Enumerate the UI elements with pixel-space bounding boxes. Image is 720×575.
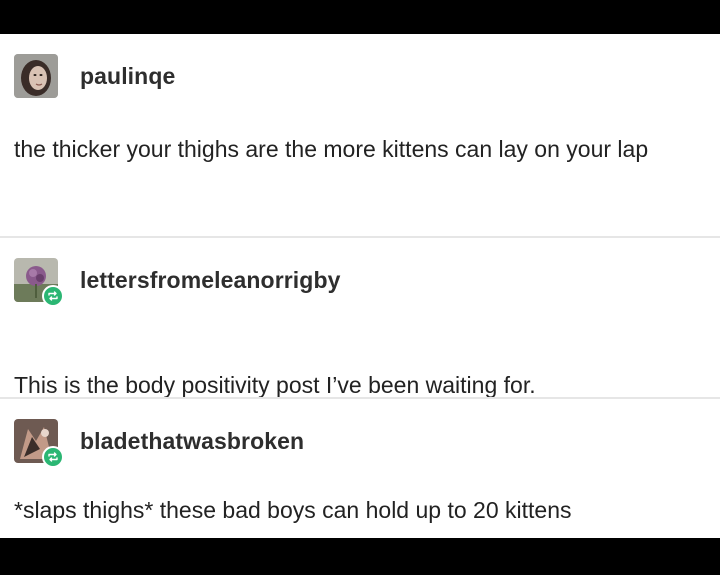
top-black-bar [0,0,720,34]
profile-photo-icon [14,54,58,98]
post-divider [0,236,720,238]
avatar[interactable] [14,54,58,98]
bottom-black-bar [0,538,720,575]
reblog-badge [42,446,64,468]
post-header: bladethatwasbroken [14,419,304,468]
post-text: *slaps thighs* these bad boys can hold u… [14,497,572,523]
reblog-icon [48,291,58,301]
reblog-badge [42,285,64,307]
username[interactable]: bladethatwasbroken [80,428,304,455]
avatar[interactable] [14,419,64,468]
post-header: lettersfromeleanorrigby [14,258,341,307]
post-text: the thicker your thighs are the more kit… [14,136,649,162]
reblog-icon [48,452,58,462]
username[interactable]: paulinqe [80,63,175,90]
avatar[interactable] [14,258,64,307]
post-thread: paulinqe the thicker your thighs are the… [0,34,720,538]
post-header: paulinqe [14,54,175,98]
post-divider [0,397,720,399]
username[interactable]: lettersfromeleanorrigby [80,267,341,294]
